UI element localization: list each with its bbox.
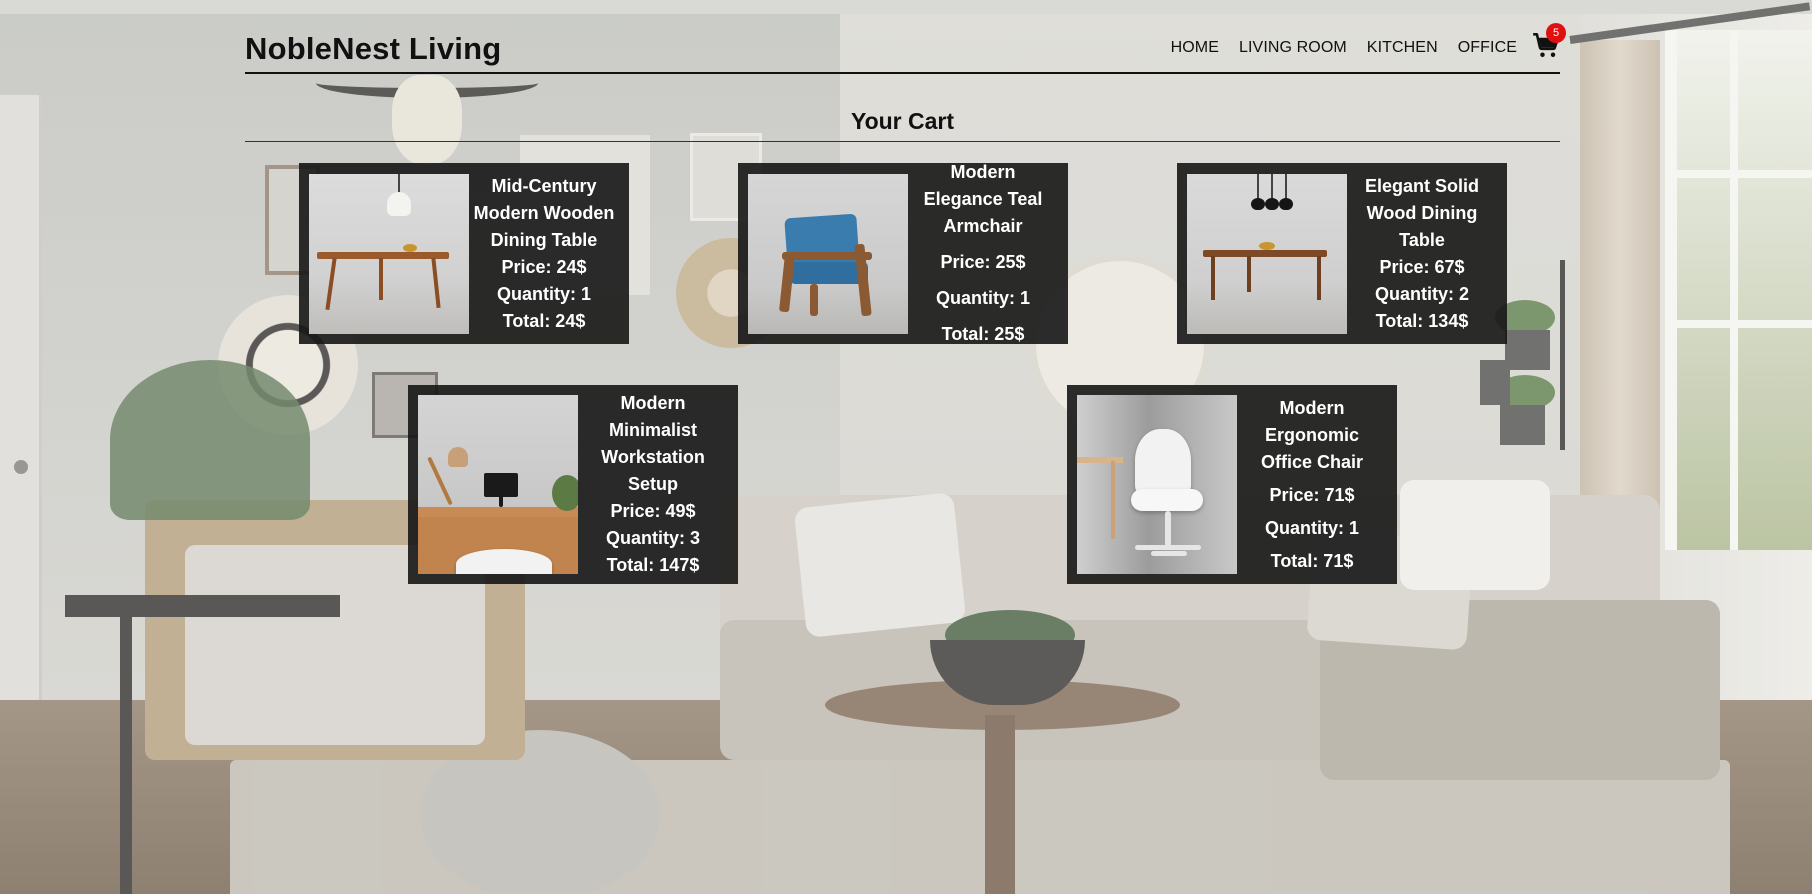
item-quantity: Quantity: 1 [1264,517,1359,538]
item-name: Modern Minimalist Workstation Setup [601,393,705,494]
nav-link-kitchen[interactable]: KITCHEN [1367,39,1438,57]
cart-item-card: Elegant Solid Wood Dining Table Price: 6… [1177,163,1507,344]
item-info: Modern Ergonomic Office Chair Price: 71$… [1237,395,1387,575]
item-info: Mid-Century Modern Wooden Dining Table P… [469,173,619,335]
cart-item-card: Modern Ergonomic Office Chair Price: 71$… [1067,385,1397,584]
title-divider [245,141,1560,142]
item-info: Modern Elegance Teal Armchair Price: 25$… [908,159,1058,348]
cart-item-card: Mid-Century Modern Wooden Dining Table P… [299,163,629,344]
item-name: Modern Elegance Teal Armchair [923,162,1043,236]
item-price: Price: 49$ [610,501,696,521]
item-price: Price: 25$ [940,252,1026,272]
main-nav: HOME LIVING ROOM KITCHEN OFFICE [1171,39,1517,57]
site-header: NobleNest Living HOME LIVING ROOM KITCHE… [245,0,1566,75]
item-quantity: Quantity: 1 [496,283,591,304]
item-name: Elegant Solid Wood Dining Table [1364,175,1479,250]
product-image-workstation [418,395,578,574]
item-name: Mid-Century Modern Wooden Dining Table [473,175,615,250]
item-total: Total: 147$ [606,555,700,575]
header-divider [245,72,1560,74]
brand-logo-text[interactable]: NobleNest Living [245,31,501,67]
item-total: Total: 71$ [1270,550,1354,571]
item-total: Total: 25$ [941,324,1025,344]
nav-link-living-room[interactable]: LIVING ROOM [1239,39,1347,57]
item-info: Elegant Solid Wood Dining Table Price: 6… [1347,173,1497,335]
item-total: Total: 134$ [1375,310,1469,331]
item-total: Total: 24$ [502,310,586,331]
item-price: Price: 67$ [1379,256,1465,277]
page-title: Your Cart [850,108,955,134]
item-quantity: Quantity: 3 [605,528,700,548]
cart-item-card: Modern Elegance Teal Armchair Price: 25$… [738,162,1068,344]
product-image-office-chair [1077,395,1237,574]
product-image-dining-table [309,173,469,334]
cart-item-card: Modern Minimalist Workstation Setup Pric… [408,385,738,584]
item-price: Price: 71$ [1269,484,1355,505]
product-image-armchair [748,173,908,334]
cart-button[interactable]: 5 [1532,23,1566,60]
item-info: Modern Minimalist Workstation Setup Pric… [578,390,728,579]
item-quantity: Quantity: 2 [1374,283,1469,304]
nav-link-office[interactable]: OFFICE [1458,39,1517,57]
item-name: Modern Ergonomic Office Chair [1260,397,1364,472]
cart-count-badge: 5 [1546,23,1566,43]
item-quantity: Quantity: 1 [935,288,1030,308]
product-image-solid-wood-table [1187,173,1347,334]
nav-link-home[interactable]: HOME [1171,39,1219,57]
item-price: Price: 24$ [501,256,587,277]
